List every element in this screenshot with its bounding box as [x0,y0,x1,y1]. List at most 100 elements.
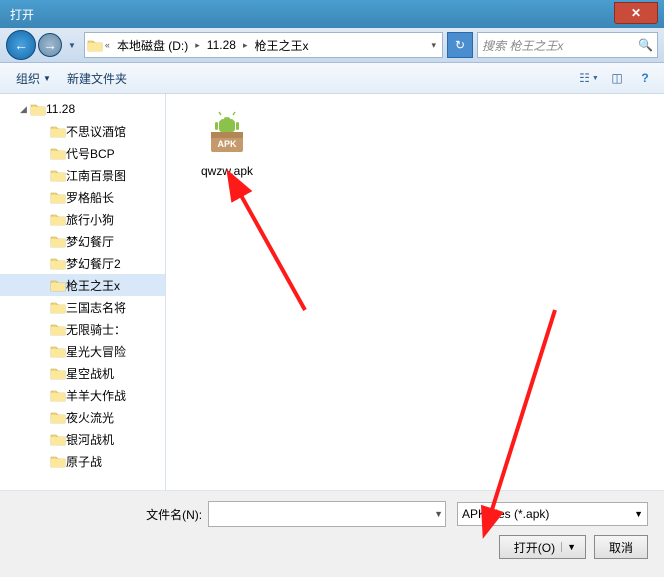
svg-text:APK: APK [217,139,237,149]
chevron-right-icon: ▸ [241,40,250,51]
tree-root[interactable]: ◢ 11.28 [0,98,165,120]
preview-toggle[interactable]: ◫ [606,68,628,88]
folder-icon [50,190,66,204]
tree-item[interactable]: 枪王之王x [0,274,165,296]
chevron-down-icon: ▼ [592,75,599,82]
folder-icon [50,410,66,424]
folder-icon [50,146,66,160]
tree-item[interactable]: 无限骑士： [0,318,165,340]
close-icon: ✕ [631,6,641,20]
tree-item[interactable]: 羊羊大作战 [0,384,165,406]
chevron-right-icon: ▸ [193,40,202,51]
view-icon: ☷ [579,71,590,85]
tree-item-label: 羊羊大作战 [66,387,126,404]
cancel-button[interactable]: 取消 [594,535,648,559]
tree-item-label: 枪王之王x [66,277,120,294]
folder-icon [50,234,66,248]
breadcrumb[interactable]: « 本地磁盘 (D:) ▸ 11.28 ▸ 枪王之王x ▾ [84,32,443,58]
view-menu[interactable]: ☷ ▼ [578,68,600,88]
folder-icon [87,38,103,52]
folder-icon [50,124,66,138]
tree-item[interactable]: 旅行小狗 [0,208,165,230]
file-label: qwzw.apk [182,164,272,178]
arrow-right-icon: → [43,37,57,53]
tree-item[interactable]: 梦幻餐厅 [0,230,165,252]
tree-item[interactable]: 代号BCP [0,142,165,164]
forward-button[interactable]: → [38,33,62,57]
folder-icon [50,344,66,358]
folder-icon [50,278,66,292]
main-area: ◢ 11.28 不思议酒馆代号BCP 江南百景图罗格船长旅行小狗梦幻餐厅梦幻餐厅2… [0,94,664,490]
preview-icon: ◫ [611,71,622,85]
tree-item-label: 罗格船长 [66,189,114,206]
help-icon: ? [641,71,648,85]
tree-item[interactable]: 星空战机 [0,362,165,384]
organize-menu[interactable]: 组织 ▼ [8,70,59,87]
filename-input[interactable] [208,501,446,527]
path-segment-drive[interactable]: 本地磁盘 (D:) [112,37,193,54]
tree-root-label: 11.28 [46,102,75,116]
folder-tree[interactable]: ◢ 11.28 不思议酒馆代号BCP 江南百景图罗格船长旅行小狗梦幻餐厅梦幻餐厅2… [0,94,166,490]
search-input[interactable]: 搜索 枪王之王x 🔍 [477,32,658,58]
help-button[interactable]: ? [634,68,656,88]
refresh-button[interactable]: ↻ [447,32,473,58]
file-item-apk[interactable]: APK qwzw.apk [182,110,272,178]
open-dropdown[interactable]: ▼ [561,542,581,552]
dropdown-icon[interactable]: ▼ [434,509,443,519]
tree-item[interactable]: 银河战机 [0,428,165,450]
tree-item-label: 江南百景图 [66,167,126,184]
open-button[interactable]: 打开(O) ▼ [499,535,586,559]
folder-icon [50,212,66,226]
path-segment-2[interactable]: 枪王之王x [249,37,313,54]
folder-icon [50,300,66,314]
folder-icon [30,102,46,116]
tree-item-label: 星光大冒险 [66,343,126,360]
tree-item[interactable]: 罗格船长 [0,186,165,208]
folder-icon [50,366,66,380]
bottom-panel: 文件名(N): ▼ APK files (*.apk) ▼ 打开(O) ▼ 取消 [0,490,664,577]
toolbar: 组织 ▼ 新建文件夹 ☷ ▼ ◫ ? [0,63,664,94]
chevron-down-icon: ▼ [634,509,643,519]
path-segment-1[interactable]: 11.28 [202,38,241,52]
filetype-select[interactable]: APK files (*.apk) ▼ [457,502,648,526]
dropdown-icon[interactable]: ▾ [429,40,438,51]
chevron-down-icon: ▼ [43,74,51,83]
tree-item[interactable]: 不思议酒馆 [0,120,165,142]
folder-icon [50,256,66,270]
tree-item[interactable]: 三国志名将 [0,296,165,318]
tree-item-label: 代号BCP [66,145,115,162]
back-button[interactable]: ← [6,30,36,60]
tree-item-label: 旅行小狗 [66,211,114,228]
tree-item-label: 原子战 [66,453,102,470]
tree-item[interactable]: 星光大冒险 [0,340,165,362]
tree-item-label: 无限骑士： [66,321,126,338]
tree-item-label: 不思议酒馆 [66,123,126,140]
tree-item-label: 银河战机 [66,431,114,448]
arrow-left-icon: ← [14,37,28,53]
filename-label: 文件名(N): [146,506,202,523]
folder-icon [50,322,66,336]
window-title: 打开 [10,6,34,23]
search-placeholder: 搜索 枪王之王x [482,37,563,54]
tree-item[interactable]: 原子战 [0,450,165,472]
history-dropdown[interactable]: ▼ [68,41,76,50]
new-folder-button[interactable]: 新建文件夹 [59,70,135,87]
tree-item[interactable]: 江南百景图 [0,164,165,186]
folder-icon [50,432,66,446]
apk-icon: APK [203,110,251,158]
titlebar: 打开 ✕ [0,0,664,28]
tree-item-label: 梦幻餐厅 [66,233,114,250]
folder-icon [50,388,66,402]
tree-item[interactable]: 梦幻餐厅2 [0,252,165,274]
search-icon: 🔍 [638,38,653,52]
tree-item-label: 三国志名将 [66,299,126,316]
tree-item-label: 夜火流光 [66,409,114,426]
chevron-icon: « [103,40,112,50]
folder-icon [50,168,66,182]
expand-icon[interactable]: ◢ [20,104,30,115]
folder-icon [50,454,66,468]
tree-item-label: 星空战机 [66,365,114,382]
file-list[interactable]: APK qwzw.apk [166,94,664,490]
close-button[interactable]: ✕ [614,2,658,24]
tree-item[interactable]: 夜火流光 [0,406,165,428]
